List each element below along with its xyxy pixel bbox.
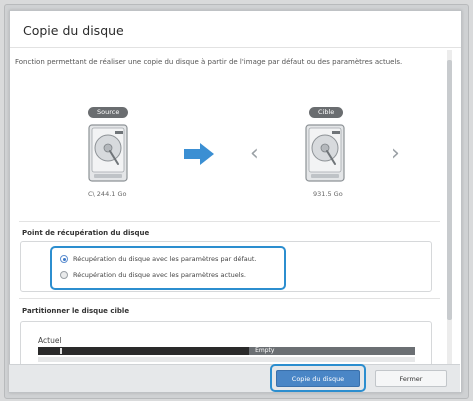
radio-button-checked[interactable] [60, 255, 68, 263]
source-drive-icon [88, 124, 128, 182]
source-size-label: C\ 244.1 Go [88, 190, 127, 198]
radio-button-unchecked[interactable] [60, 271, 68, 279]
partition-free-segment[interactable]: Empty [249, 347, 415, 355]
target-badge: Cible [309, 107, 344, 118]
partition-current-label: Actuel [38, 336, 62, 345]
chevron-right-icon[interactable]: › [391, 143, 400, 165]
partition-free-label: Empty [255, 347, 275, 354]
close-button[interactable]: Fermer [375, 370, 447, 387]
source-badge: Source [88, 107, 129, 118]
copy-disk-button[interactable]: Copie du disque [276, 370, 360, 387]
chevron-left-icon[interactable]: ‹ [250, 143, 259, 165]
recovery-option-default[interactable]: Récupération du disque avec les paramètr… [60, 253, 257, 265]
recovery-heading: Point de récupération du disque [22, 229, 150, 237]
target-drive-icon [305, 124, 345, 182]
arrow-right-icon [184, 143, 214, 165]
dialog-title: Copie du disque [23, 23, 124, 38]
partition-used-segment[interactable] [38, 347, 250, 355]
partition-details-row [38, 357, 415, 362]
recovery-option-current[interactable]: Récupération du disque avec les paramètr… [60, 269, 246, 281]
recovery-option-label: Récupération du disque avec les paramètr… [73, 271, 246, 279]
section-divider [19, 298, 440, 299]
partition-bar[interactable]: Empty [38, 347, 415, 355]
target-size-label: 931.5 Go [313, 190, 343, 198]
section-divider [19, 221, 440, 222]
dialog-description: Fonction permettant de réaliser une copi… [15, 58, 403, 66]
partition-heading: Partitionner le disque cible [22, 307, 130, 315]
recovery-option-label: Récupération du disque avec les paramètr… [73, 255, 257, 263]
scrollbar-thumb[interactable] [447, 60, 452, 320]
dialog-titlebar: Copie du disque [10, 11, 461, 48]
